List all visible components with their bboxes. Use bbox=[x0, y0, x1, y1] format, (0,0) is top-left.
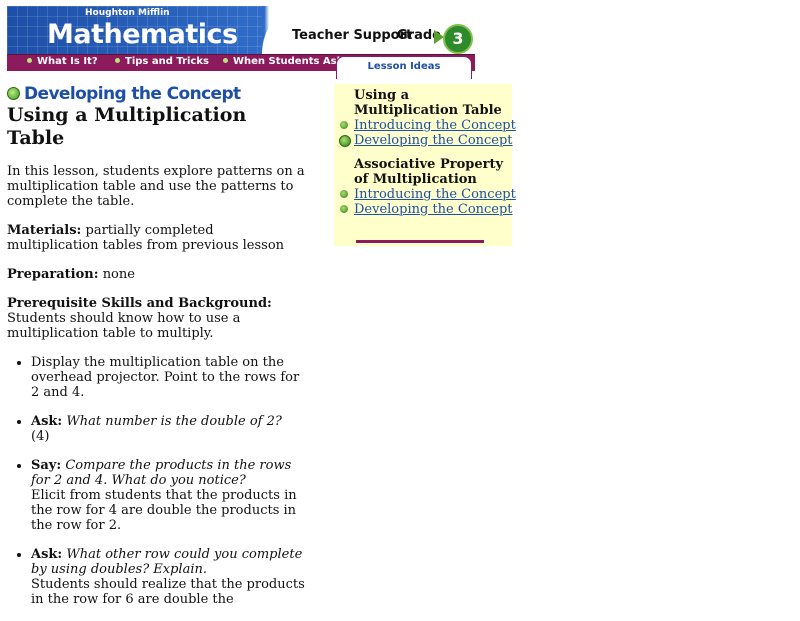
bullet-icon bbox=[27, 57, 32, 63]
step-text: Students should realize that the product… bbox=[31, 577, 305, 607]
steps-list: Display the multiplication table on the … bbox=[7, 355, 307, 607]
side-link-introducing[interactable]: Introducing the Concept bbox=[334, 118, 516, 133]
step-text: Elicit from students that the products i… bbox=[31, 488, 297, 533]
side-link-developing[interactable]: Developing the Concept bbox=[334, 133, 513, 148]
tab-lesson-ideas[interactable]: Lesson Ideas bbox=[336, 56, 472, 79]
preparation-paragraph: Preparation: none bbox=[7, 267, 307, 282]
green-bullet-icon bbox=[7, 86, 20, 100]
side-link-label: Introducing the Concept bbox=[354, 187, 516, 202]
nav-item-label: Tips and Tricks bbox=[125, 56, 209, 67]
step-question: Compare the products in the rows for 2 a… bbox=[31, 458, 292, 488]
list-item: Display the multiplication table on the … bbox=[31, 355, 307, 400]
step-label: Ask: bbox=[31, 414, 63, 429]
side-group-title-line: Multiplication Table bbox=[354, 103, 502, 118]
nav-item-label: When Students Ask bbox=[233, 56, 344, 67]
preparation-label: Preparation: bbox=[7, 267, 99, 282]
materials-paragraph: Materials: partially completed multiplic… bbox=[7, 223, 307, 253]
side-group-title-line: Using a bbox=[354, 88, 410, 103]
side-link-introducing[interactable]: Introducing the Concept bbox=[334, 187, 516, 202]
nav-item-what-is-it[interactable]: What Is It? bbox=[27, 56, 98, 67]
green-bullet-icon bbox=[340, 121, 348, 129]
side-link-label: Developing the Concept bbox=[354, 202, 513, 217]
green-bullet-icon bbox=[340, 190, 348, 198]
bullet-icon bbox=[223, 57, 228, 63]
materials-label: Materials: bbox=[7, 223, 82, 238]
section-heading-text: Developing the Concept bbox=[24, 84, 241, 104]
step-label: Say: bbox=[31, 458, 62, 473]
step-question: What other row could you complete by usi… bbox=[31, 547, 303, 577]
section-heading: Developing the Concept bbox=[7, 84, 307, 104]
header-banner: Houghton Mifflin Mathematics Teacher Sup… bbox=[7, 6, 475, 54]
preparation-text: none bbox=[102, 267, 135, 282]
prerequisite-label: Prerequisite Skills and Background: bbox=[7, 296, 272, 311]
list-item: Ask: What other row could you complete b… bbox=[31, 547, 307, 607]
list-item: Ask: What number is the double of 2? (4) bbox=[31, 414, 307, 444]
step-text: Display the multiplication table on the … bbox=[31, 355, 300, 400]
panel-divider bbox=[356, 240, 484, 243]
side-group-title: Using a Multiplication Table bbox=[334, 88, 512, 118]
prerequisite-text: Students should know how to use a multip… bbox=[7, 311, 241, 341]
side-group-title: Associative Property of Multiplication bbox=[334, 157, 512, 187]
prerequisite-paragraph: Prerequisite Skills and Background: Stud… bbox=[7, 296, 307, 341]
bullet-icon bbox=[115, 57, 120, 63]
step-label: Ask: bbox=[31, 547, 63, 562]
side-group-title-line: of Multiplication bbox=[354, 172, 477, 187]
intro-paragraph: In this lesson, students explore pattern… bbox=[7, 164, 305, 209]
main-content: Developing the Concept Using a Multiplic… bbox=[7, 84, 307, 621]
page-title: Using a Multiplication Table bbox=[7, 104, 247, 149]
lesson-ideas-panel: Using a Multiplication Table Introducing… bbox=[334, 84, 516, 246]
step-question: What number is the double of 2? bbox=[66, 414, 282, 429]
nav-item-label: What Is It? bbox=[37, 56, 98, 67]
side-link-label: Developing the Concept bbox=[354, 133, 513, 148]
green-bullet-icon bbox=[339, 135, 351, 147]
teacher-support-link[interactable]: Teacher Support bbox=[292, 28, 412, 43]
nav-item-when-students-ask[interactable]: When Students Ask bbox=[223, 56, 343, 67]
publisher-name: Houghton Mifflin bbox=[85, 8, 170, 18]
green-bullet-icon bbox=[340, 205, 348, 213]
side-group-title-line: Associative Property bbox=[354, 157, 504, 172]
side-link-label: Introducing the Concept bbox=[354, 118, 516, 133]
brand-logo-text[interactable]: Mathematics bbox=[47, 19, 238, 50]
grade-badge[interactable]: 3 bbox=[443, 24, 473, 54]
list-item: Say: Compare the products in the rows fo… bbox=[31, 458, 307, 533]
step-text: (4) bbox=[31, 429, 50, 444]
nav-item-tips-and-tricks[interactable]: Tips and Tricks bbox=[115, 56, 209, 67]
side-link-developing[interactable]: Developing the Concept bbox=[334, 202, 513, 217]
